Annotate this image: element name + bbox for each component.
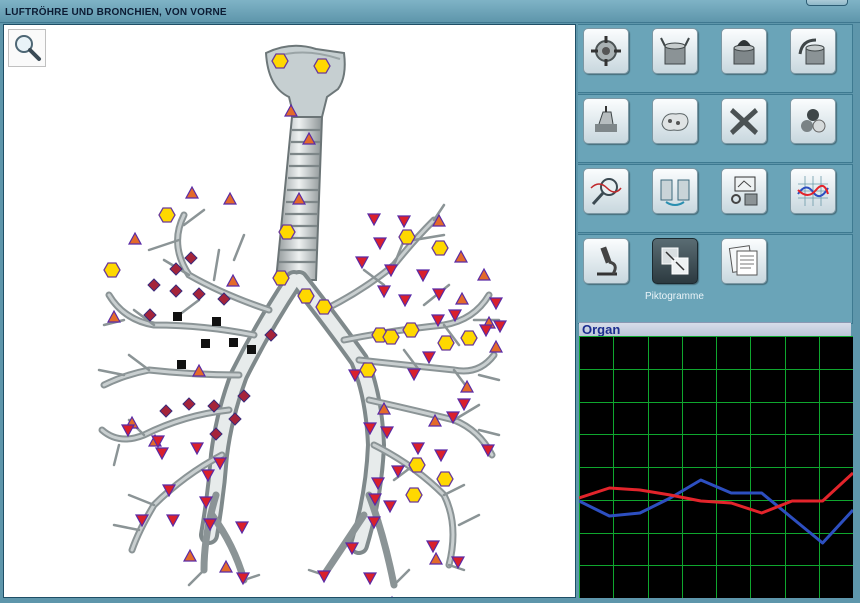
- spheres-button[interactable]: [790, 98, 836, 144]
- liver-cloud-button[interactable]: [652, 98, 698, 144]
- hand-device-button[interactable]: [583, 98, 629, 144]
- microscope-button[interactable]: [583, 238, 629, 284]
- microscope-icon: [597, 246, 617, 276]
- window-button[interactable]: [806, 0, 848, 6]
- wave-chart-icon: [797, 176, 829, 206]
- organ-chart: [578, 336, 855, 599]
- zoom-button[interactable]: [8, 29, 46, 67]
- target-crosshair-button[interactable]: [583, 28, 629, 74]
- cylinder-with-organ-icon: [733, 40, 755, 65]
- cylinder-organ-button[interactable]: [721, 28, 767, 74]
- organ-title: Organ: [582, 322, 621, 337]
- magnifier-wave-button[interactable]: [583, 168, 629, 214]
- open-cylinder-button[interactable]: [652, 28, 698, 74]
- organ-chart-plot: [578, 336, 855, 599]
- magnifier-wave-icon: [590, 178, 622, 206]
- chart-grid: [579, 336, 854, 599]
- documents-button[interactable]: [721, 238, 767, 284]
- open-cylinder-icon: [660, 37, 690, 65]
- title-bar: LUFTRÖHRE UND BRONCHIEN, VON VORNE: [0, 0, 860, 23]
- bronchial-tree-image: [97, 44, 508, 597]
- wave-chart-button[interactable]: [790, 168, 836, 214]
- two-cylinders-icon: [660, 179, 690, 206]
- anatomy-viewer[interactable]: [3, 24, 576, 598]
- window-title: LUFTRÖHRE UND BRONCHIEN, VON VORNE: [5, 7, 227, 18]
- x-cross-button[interactable]: [721, 98, 767, 144]
- spheres-icon: [801, 109, 826, 133]
- arrow-cylinder-button[interactable]: [790, 28, 836, 74]
- target-crosshair-icon: [591, 36, 621, 66]
- magnifier-icon: [15, 35, 41, 61]
- pictogram-label: Piktogramme: [645, 291, 704, 302]
- pictogram-icon: [661, 247, 689, 275]
- pictogram-button[interactable]: [652, 238, 698, 284]
- two-cylinders-button[interactable]: [652, 168, 698, 214]
- x-cross-icon: [730, 108, 758, 135]
- organ-panel-header: Organ: [579, 322, 851, 337]
- documents-icon: [728, 245, 758, 276]
- arrow-cylinder-icon: [798, 38, 825, 65]
- scan-machine-icon: [731, 176, 758, 206]
- scan-machine-button[interactable]: [721, 168, 767, 214]
- hand-device-icon: [595, 106, 617, 132]
- liver-cloud-icon: [661, 113, 689, 131]
